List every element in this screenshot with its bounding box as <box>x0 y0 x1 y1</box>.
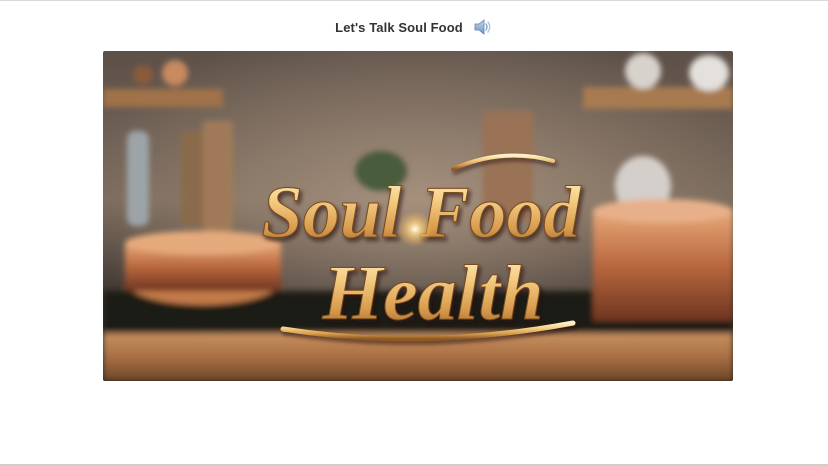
kitchen-background-image: Soul Food Health <box>103 51 733 381</box>
logo-line-2: Health <box>321 249 543 336</box>
video-frame[interactable]: Soul Food Health <box>103 51 733 381</box>
sparkle-icon <box>397 211 433 247</box>
header: Let's Talk Soul Food <box>0 16 828 38</box>
page-title: Let's Talk Soul Food <box>335 19 463 35</box>
page: Let's Talk Soul Food Soul Food Health <box>0 0 828 466</box>
speaker-volume-icon[interactable] <box>473 18 493 36</box>
